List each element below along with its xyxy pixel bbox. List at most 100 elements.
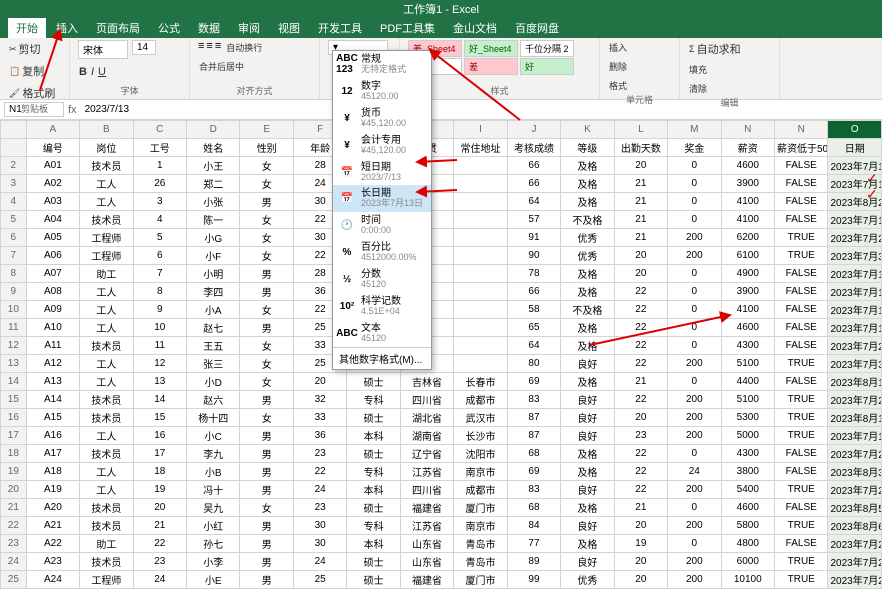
cell[interactable]: 良好	[561, 409, 614, 427]
insert-button[interactable]: 插入	[608, 40, 628, 55]
cell[interactable]: 3	[133, 193, 186, 211]
cell[interactable]: 5100	[721, 391, 774, 409]
header-cell[interactable]: 出勤天数	[614, 139, 667, 157]
cell[interactable]: 19	[614, 535, 667, 553]
col-header[interactable]: A	[26, 121, 79, 139]
cell[interactable]: 山东省	[400, 535, 453, 553]
cell[interactable]: TRUE	[775, 481, 828, 499]
cell[interactable]: 男	[240, 391, 293, 409]
col-header[interactable]: L	[614, 121, 667, 139]
cell[interactable]: 11	[133, 337, 186, 355]
header-cell[interactable]: 姓名	[187, 139, 240, 157]
cell[interactable]: 68	[507, 445, 560, 463]
cell[interactable]: 工程师	[80, 229, 133, 247]
col-header[interactable]: D	[187, 121, 240, 139]
cell[interactable]: 女	[240, 157, 293, 175]
cell[interactable]: 12	[133, 355, 186, 373]
cell[interactable]: 22	[293, 463, 346, 481]
cell[interactable]: 小明	[187, 265, 240, 283]
cell[interactable]: 长沙市	[454, 427, 507, 445]
row-header[interactable]: 20	[1, 481, 27, 499]
cell[interactable]: 男	[240, 319, 293, 337]
row-header[interactable]: 13	[1, 355, 27, 373]
format-option-百分比[interactable]: %百分比4512000.00%	[333, 239, 431, 266]
row-header[interactable]: 10	[1, 301, 27, 319]
cell[interactable]: 女	[240, 337, 293, 355]
cell[interactable]: 20	[614, 265, 667, 283]
cell[interactable]: 男	[240, 463, 293, 481]
cell[interactable]: 厦门市	[454, 499, 507, 517]
cell[interactable]: 69	[507, 463, 560, 481]
cell[interactable]: FALSE	[775, 301, 828, 319]
cell[interactable]: 17	[133, 445, 186, 463]
cell[interactable]: 女	[240, 373, 293, 391]
cell[interactable]: 23	[293, 499, 346, 517]
cell[interactable]: 杨十四	[187, 409, 240, 427]
format-option-科学记数[interactable]: 10²科学记数4.51E+04	[333, 293, 431, 320]
row-header[interactable]: 16	[1, 409, 27, 427]
cell[interactable]: 男	[240, 481, 293, 499]
format-button[interactable]: 格式	[608, 78, 628, 93]
cell[interactable]: 2023年7月18日	[828, 427, 882, 445]
cell[interactable]: 技术员	[80, 157, 133, 175]
header-cell[interactable]: 性别	[240, 139, 293, 157]
grid[interactable]: ABCDEFGHIJKLMNNO 编号岗位工号姓名性别年龄学历籍贯常住地址考核成…	[0, 120, 882, 589]
cell[interactable]: 22	[614, 445, 667, 463]
cell[interactable]	[454, 301, 507, 319]
cell[interactable]: 68	[507, 499, 560, 517]
cell[interactable]: 24	[293, 553, 346, 571]
wrap-button[interactable]: 自动换行	[225, 40, 263, 55]
cell[interactable]: A07	[26, 265, 79, 283]
cell[interactable]: 山东省	[400, 553, 453, 571]
cell[interactable]: 工人	[80, 463, 133, 481]
format-option-会计专用[interactable]: ¥会计专用¥45,120.00	[333, 132, 431, 159]
cell[interactable]: 200	[668, 247, 721, 265]
cell[interactable]: 及格	[561, 283, 614, 301]
col-header[interactable]: J	[507, 121, 560, 139]
cell[interactable]: 冯十	[187, 481, 240, 499]
cell[interactable]: 硕士	[347, 373, 400, 391]
cell[interactable]: 2023年7月23日	[828, 337, 882, 355]
cell[interactable]: TRUE	[775, 391, 828, 409]
cell[interactable]: FALSE	[775, 283, 828, 301]
cell[interactable]: 6000	[721, 553, 774, 571]
cell[interactable]: 硕士	[347, 409, 400, 427]
cell[interactable]: FALSE	[775, 265, 828, 283]
cell[interactable]: 男	[240, 265, 293, 283]
cell[interactable]: 优秀	[561, 247, 614, 265]
align-icon[interactable]: ≡	[206, 40, 212, 52]
cell[interactable]: 69	[507, 373, 560, 391]
cell[interactable]: 2023年7月21日	[828, 535, 882, 553]
header-cell[interactable]: 工号	[133, 139, 186, 157]
cell[interactable]: 小C	[187, 427, 240, 445]
cell[interactable]: 工人	[80, 481, 133, 499]
cell[interactable]: 19	[133, 481, 186, 499]
delete-button[interactable]: 删除	[608, 59, 628, 74]
cell[interactable]	[454, 265, 507, 283]
cell[interactable]: 女	[240, 247, 293, 265]
cell[interactable]: 2023年8月6日	[828, 517, 882, 535]
cell[interactable]: 5000	[721, 427, 774, 445]
cell[interactable]: 南京市	[454, 463, 507, 481]
cell[interactable]: 4	[133, 211, 186, 229]
cell[interactable]: 及格	[561, 535, 614, 553]
cell[interactable]: 2023年7月16日	[828, 265, 882, 283]
cell[interactable]: 78	[507, 265, 560, 283]
cell[interactable]: 男	[240, 517, 293, 535]
cell[interactable]: 工人	[80, 355, 133, 373]
cell[interactable]: 女	[240, 499, 293, 517]
tab-baidu[interactable]: 百度网盘	[507, 18, 567, 38]
cell[interactable]: TRUE	[775, 229, 828, 247]
cell[interactable]: 58	[507, 301, 560, 319]
cell[interactable]: 工程师	[80, 247, 133, 265]
cell[interactable]: 2023年7月25日	[828, 445, 882, 463]
format-option-分数[interactable]: ½分数45120	[333, 266, 431, 293]
cell[interactable]: 4100	[721, 193, 774, 211]
cell[interactable]: 0	[668, 157, 721, 175]
cell[interactable]: 4100	[721, 301, 774, 319]
cell[interactable]: 66	[507, 175, 560, 193]
row-header[interactable]: 3	[1, 175, 27, 193]
cell[interactable]: 0	[668, 535, 721, 553]
cell[interactable]: 技术员	[80, 409, 133, 427]
cell[interactable]: 男	[240, 571, 293, 589]
